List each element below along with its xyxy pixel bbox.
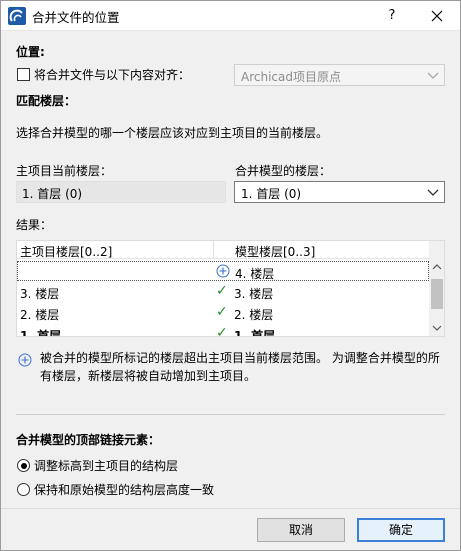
match-stories-heading: 匹配楼层： <box>16 94 77 108</box>
cancel-button[interactable]: 取消 <box>257 518 345 542</box>
chevron-down-icon <box>427 189 439 196</box>
align-target-dropdown[interactable]: Archicad项目原点 <box>234 64 445 86</box>
align-checkbox-label[interactable]: 将合并文件与以下内容对齐： <box>34 66 190 83</box>
host-story-cell: 1. 首层 <box>20 329 62 337</box>
close-button[interactable] <box>424 5 450 27</box>
plus-circle-icon <box>216 264 230 278</box>
host-story-cell: 2. 楼层 <box>20 308 60 322</box>
match-stories-description: 选择合并模型的哪一个楼层应该对应到主项目的当前楼层。 <box>16 126 329 140</box>
title-bar: 合并文件的位置 ? <box>0 0 461 31</box>
host-story-cell: 3. 楼层 <box>20 287 60 301</box>
radio-keep-original-height[interactable] <box>17 483 30 496</box>
check-icon: ✓ <box>216 283 228 299</box>
table-row[interactable]: 1. 首层 ✓ 1. 首层 <box>17 324 429 337</box>
radio-adjust-elevation[interactable] <box>17 459 30 472</box>
host-story-label: 主项目当前楼层： <box>16 164 113 178</box>
table-row[interactable]: 3. 楼层 ✓ 3. 楼层 <box>17 282 429 302</box>
merged-story-dropdown[interactable]: 1. 首层 (0) <box>234 181 445 203</box>
model-story-cell: 2. 楼层 <box>234 308 274 322</box>
model-story-cell: 3. 楼层 <box>234 287 274 301</box>
model-story-cell: 1. 首层 <box>234 329 276 337</box>
table-row[interactable]: 2. 楼层 ✓ 2. 楼层 <box>17 303 429 323</box>
host-current-story-value: 1. 首层 (0) <box>22 187 83 201</box>
archicad-app-icon <box>8 7 26 25</box>
info-message: 被合并的模型所标记的楼层超出主项目当前楼层范围。 为调整合并模型的所有楼层，新楼… <box>40 351 440 383</box>
section-divider <box>16 414 445 415</box>
help-button[interactable]: ? <box>381 5 403 27</box>
merged-story-label: 合并模型的楼层： <box>235 164 332 178</box>
scroll-thumb[interactable] <box>431 279 443 309</box>
window-title: 合并文件的位置 <box>32 10 120 25</box>
radio-adjust-elevation-label[interactable]: 调整标高到主项目的结构层 <box>34 457 178 474</box>
ok-button[interactable]: 确定 <box>357 518 445 542</box>
plus-circle-info-icon <box>18 353 32 367</box>
align-target-value: Archicad项目原点 <box>241 70 341 84</box>
scroll-down-icon[interactable] <box>432 324 442 332</box>
host-current-story-field: 1. 首层 (0) <box>16 181 226 203</box>
results-table[interactable]: 主项目楼层[0..2] 模型楼层[0..3] 4. 楼层 3. 楼层 ✓ 3. … <box>16 240 445 337</box>
merged-story-value: 1. 首层 (0) <box>241 187 302 201</box>
footer-divider <box>0 508 461 509</box>
scroll-up-icon[interactable] <box>432 263 442 271</box>
position-heading: 位置: <box>16 45 45 59</box>
radio-keep-original-height-label[interactable]: 保持和原始模型的结构层高度一致 <box>34 481 214 498</box>
results-scrollbar[interactable] <box>429 241 444 336</box>
check-icon: ✓ <box>216 325 228 337</box>
model-story-cell: 4. 楼层 <box>235 267 275 281</box>
check-icon: ✓ <box>216 304 228 320</box>
top-link-heading: 合并模型的顶部链接元素： <box>16 433 161 447</box>
results-table-header: 主项目楼层[0..2] 模型楼层[0..3] <box>17 241 429 259</box>
column-header-model[interactable]: 模型楼层[0..3] <box>235 243 315 260</box>
results-label: 结果： <box>16 218 53 232</box>
column-header-host[interactable]: 主项目楼层[0..2] <box>20 243 112 260</box>
column-divider[interactable] <box>213 241 214 259</box>
table-row[interactable]: 4. 楼层 <box>17 261 429 281</box>
chevron-down-icon <box>427 72 439 79</box>
align-checkbox[interactable] <box>17 68 30 81</box>
close-icon[interactable] <box>431 10 443 22</box>
